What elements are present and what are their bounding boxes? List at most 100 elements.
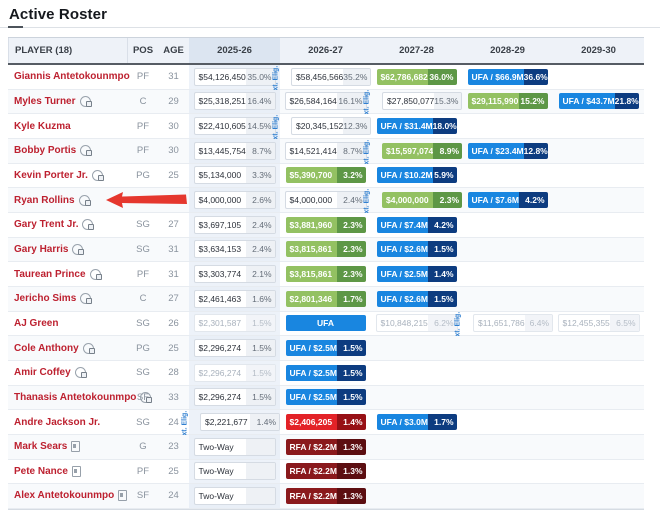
cell-percent: 2.3%: [337, 266, 366, 282]
salary-cell: [371, 336, 462, 360]
table-header-row: PLAYER (18)POSAGE2025-262026-272027-2820…: [8, 37, 644, 65]
salary-cell: UFA / $2.6M1.5%: [371, 287, 462, 311]
salary-cell: UFA / $10.2M5.9%: [371, 164, 462, 188]
cell-value: $22,410,605: [195, 118, 246, 134]
table-row: Kevin Porter Jr.PG25$5,134,0003.3%$5,390…: [8, 164, 644, 189]
player-name-link[interactable]: Kevin Porter Jr.: [14, 170, 88, 181]
player-name-link[interactable]: Gary Trent Jr.: [14, 219, 78, 230]
salary-box: $2,296,2741.5%: [194, 364, 276, 382]
col-header-pos[interactable]: POS: [128, 38, 158, 63]
salary-cell: UFA / $2.5M1.5%: [280, 336, 371, 360]
cell-percent: 12.3%: [343, 118, 370, 134]
bird-rights-icon[interactable]: [80, 96, 91, 107]
table-row: Amir CoffeySG28$2,296,2741.5%UFA / $2.5M…: [8, 361, 644, 386]
two-way-contract-icon[interactable]: [71, 441, 80, 452]
salary-box: $58,456,56635.2%: [291, 68, 371, 86]
bird-rights-icon[interactable]: [92, 170, 103, 181]
cell-value: UFA / $43.7M: [559, 93, 615, 109]
salary-cell: [553, 139, 644, 163]
col-header-2029-30[interactable]: 2029-30: [553, 38, 644, 63]
salary-cell: $2,461,4631.6%: [189, 287, 280, 311]
salary-cell: [462, 114, 553, 138]
player-name-link[interactable]: Giannis Antetokounmpo: [14, 71, 130, 82]
player-name-link[interactable]: AJ Green: [14, 318, 58, 329]
bird-rights-icon[interactable]: [72, 244, 83, 255]
salary-cell: $62,786,68236.0%: [371, 65, 462, 89]
cell-value: $2,406,205: [286, 414, 337, 430]
cell-value: $11,651,786: [474, 315, 525, 331]
bird-rights-icon[interactable]: [90, 269, 101, 280]
player-name-link[interactable]: Kyle Kuzma: [14, 121, 71, 132]
bird-rights-icon[interactable]: [79, 195, 90, 206]
col-header-2026-27[interactable]: 2026-27: [280, 38, 371, 63]
salary-cell: UFA / $2.5M1.5%: [280, 361, 371, 385]
player-name-link[interactable]: Thanasis Antetokounmpo: [14, 392, 136, 403]
player-name-link[interactable]: Andre Jackson Jr.: [14, 417, 100, 428]
player-name-link[interactable]: Taurean Prince: [14, 269, 86, 280]
cell-value: $58,456,566: [292, 69, 343, 85]
player-name-link[interactable]: Mark Sears: [14, 441, 67, 452]
cell-percent: 16.4%: [246, 93, 275, 109]
col-header-2025-26[interactable]: 2025-26: [189, 38, 280, 63]
bird-rights-icon[interactable]: [80, 293, 91, 304]
player-cell: Taurean Prince: [8, 269, 128, 280]
player-name-link[interactable]: Jericho Sims: [14, 293, 76, 304]
cell-value: $27,850,077: [383, 93, 434, 109]
col-header-player[interactable]: PLAYER (18): [8, 38, 128, 63]
salary-cell: [462, 435, 553, 459]
cell-value: UFA / $10.2M: [377, 167, 433, 183]
cell-value: $2,221,677: [201, 414, 250, 430]
salary-cell: [462, 460, 553, 484]
player-name-link[interactable]: Ryan Rollins: [14, 195, 75, 206]
table-row: Cole AnthonyPG25$2,296,2741.5%UFA / $2.5…: [8, 336, 644, 361]
two-way-contract-icon[interactable]: [72, 466, 81, 477]
salary-box: RFA / $2.2M1.3%: [286, 463, 366, 479]
cell-percent: 1.5%: [428, 291, 457, 307]
cell-value: $3,697,105: [195, 217, 246, 233]
player-name-link[interactable]: Gary Harris: [14, 244, 68, 255]
player-name-link[interactable]: Bobby Portis: [14, 145, 76, 156]
player-name-link[interactable]: Myles Turner: [14, 96, 76, 107]
salary-cell: Two-Way: [189, 460, 280, 484]
salary-box: $2,801,3461.7%: [286, 291, 366, 307]
cell-value: $20,345,152: [292, 118, 343, 134]
position-cell: PF: [128, 71, 158, 82]
cell-percent: 3.2%: [337, 167, 366, 183]
cell-value: UFA / $7.4M: [377, 217, 428, 233]
salary-cell: [553, 213, 644, 237]
player-name-link[interactable]: Amir Coffey: [14, 367, 71, 378]
table-row: Bobby PortisPF30$13,445,7548.7%$14,521,4…: [8, 139, 644, 164]
age-cell: 26: [158, 318, 189, 329]
cell-value: $3,815,861: [286, 266, 337, 282]
cell-percent: 6.4%: [525, 315, 552, 331]
bird-rights-icon[interactable]: [140, 392, 151, 403]
player-cell: Kyle Kuzma: [8, 121, 128, 132]
age-cell: 24: [158, 490, 189, 501]
cell-value: UFA / $2.5M: [286, 365, 337, 381]
player-name-link[interactable]: Cole Anthony: [14, 343, 79, 354]
cell-percent: 2.3%: [337, 217, 366, 233]
bird-rights-icon[interactable]: [75, 367, 86, 378]
bird-rights-icon[interactable]: [83, 343, 94, 354]
salary-cell: UFA / $66.9M36.6%: [462, 65, 553, 89]
salary-box: $27,850,07715.3%: [382, 92, 462, 110]
bird-rights-icon[interactable]: [80, 145, 91, 156]
player-cell: AJ Green: [8, 318, 128, 329]
player-cell: Jericho Sims: [8, 293, 128, 304]
player-name-link[interactable]: Pete Nance: [14, 466, 68, 477]
cell-percent: 1.5%: [246, 340, 275, 356]
player-name-link[interactable]: Alex Antetokounmpo: [14, 490, 114, 501]
col-header-age[interactable]: AGE: [158, 38, 189, 63]
two-way-contract-icon[interactable]: [118, 490, 127, 501]
cell-percent: 6.2%: [428, 315, 457, 331]
col-header-2028-29[interactable]: 2028-29: [462, 38, 553, 63]
cell-value: UFA / $23.4M: [468, 143, 524, 159]
cell-value: Two-Way: [195, 488, 246, 504]
bird-rights-icon[interactable]: [82, 219, 93, 230]
cell-percent: 2.4%: [246, 241, 275, 257]
col-header-2027-28[interactable]: 2027-28: [371, 38, 462, 63]
salary-cell: Ext. Elig.$4,000,0002.3%: [371, 188, 462, 212]
salary-box: UFA / $3.0M1.7%: [377, 414, 457, 430]
salary-cell: RFA / $2.2M1.3%: [280, 460, 371, 484]
cell-value: $15,597,074: [382, 143, 433, 159]
